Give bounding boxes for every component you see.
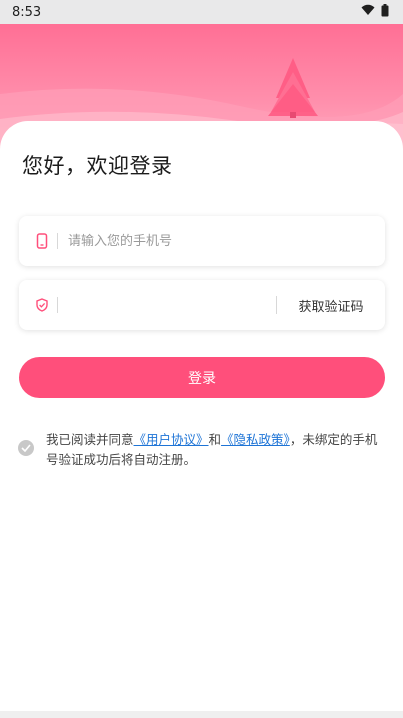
page-title: 您好，欢迎登录 — [22, 154, 173, 178]
check-icon — [21, 444, 31, 452]
status-time: 8:53 — [12, 4, 42, 20]
agreement-row: 我已阅读并同意《用户协议》和《隐私政策》，未绑定的手机号验证成功后将自动注册。 — [18, 430, 388, 470]
phone-icon — [33, 232, 51, 250]
privacy-policy-link[interactable]: 《隐私政策》 — [221, 432, 290, 447]
phone-field[interactable] — [19, 216, 385, 266]
field-divider — [57, 297, 58, 313]
agreement-text: 我已阅读并同意《用户协议》和《隐私政策》，未绑定的手机号验证成功后将自动注册。 — [46, 430, 388, 470]
get-code-button[interactable]: 获取验证码 — [277, 296, 385, 315]
shield-icon — [33, 296, 51, 314]
battery-icon — [381, 3, 389, 21]
login-card — [0, 121, 403, 711]
code-input[interactable] — [68, 280, 276, 330]
agreement-and: 和 — [208, 432, 222, 447]
agreement-prefix: 我已阅读并同意 — [46, 432, 134, 447]
code-field[interactable]: 获取验证码 — [19, 280, 385, 330]
wifi-icon — [361, 4, 375, 20]
bottom-bar — [0, 711, 403, 718]
field-divider — [57, 233, 58, 249]
tree-illustration — [268, 58, 318, 118]
status-bar: 8:53 — [0, 0, 403, 24]
user-agreement-link[interactable]: 《用户协议》 — [134, 432, 209, 447]
agreement-checkbox[interactable] — [18, 440, 34, 456]
status-icons — [361, 3, 389, 21]
phone-input[interactable] — [68, 216, 385, 266]
login-button[interactable]: 登录 — [19, 357, 385, 398]
